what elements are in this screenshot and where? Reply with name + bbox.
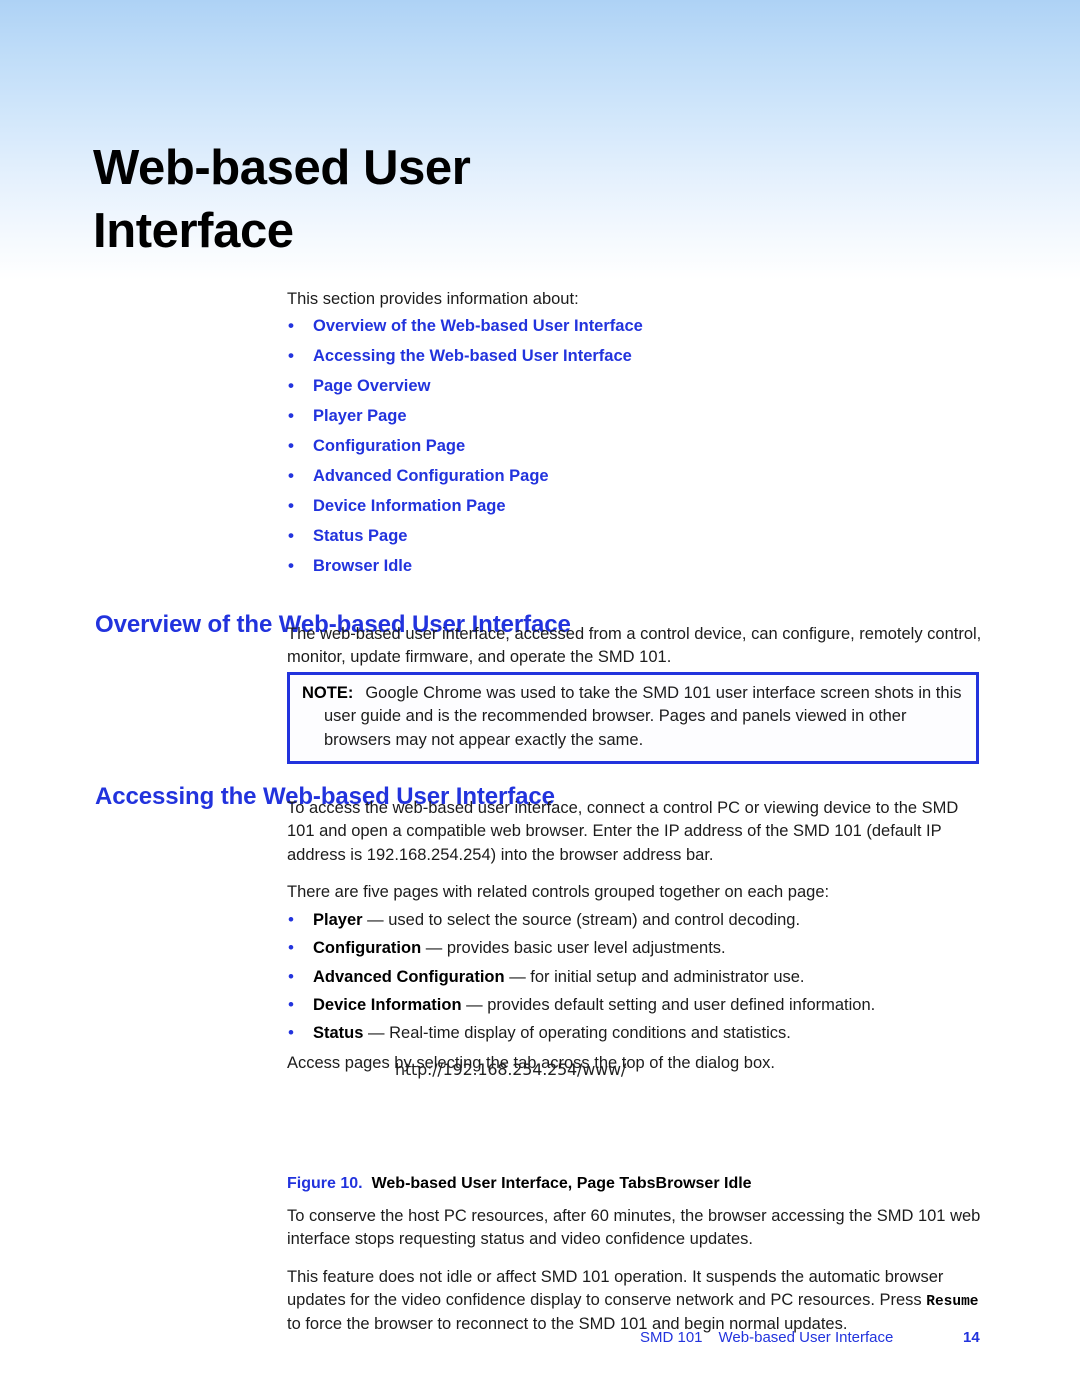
toc-item-player-page[interactable]: Player Page [287,404,987,429]
accessing-body-text: To access the web-based user interface, … [287,799,959,864]
intro-lead-text: This section provides information about: [287,290,579,308]
toc-item-status-page[interactable]: Status Page [287,524,987,549]
toc-item-overview[interactable]: Overview of the Web-based User Interface [287,314,987,339]
page-item-dash: — [367,910,384,929]
note-body-text: Google Chrome was used to take the SMD 1… [324,684,962,749]
page-item-advanced-configuration: Advanced Configuration — for initial set… [287,965,987,990]
note-text-block: NOTE: Google Chrome was used to take the … [302,682,966,752]
page-item-status: Status — Real-time display of operating … [287,1021,987,1046]
page-item-dash: — [368,1024,385,1043]
figure-number: Figure 10. [287,1175,363,1192]
resume-button-reference: Resume [926,1294,979,1311]
pages-lead-text: There are five pages with related contro… [287,883,830,902]
page-item-term: Player [313,910,363,929]
browser-idle-para-2-before: This feature does not idle or affect SMD… [287,1267,944,1310]
toc-item-device-information-page[interactable]: Device Information Page [287,494,987,519]
page-item-dash: — [509,967,526,986]
note-label: NOTE: [302,684,354,702]
page-item-configuration: Configuration — provides basic user leve… [287,936,987,961]
toc-item-browser-idle[interactable]: Browser Idle [287,554,987,579]
page-item-desc: provides basic user level adjustments. [446,939,726,958]
page-item-dash: — [466,995,483,1014]
toc-item-accessing[interactable]: Accessing the Web-based User Interface [287,344,987,369]
overview-body-wrapper: The web-based user interface, accessed f… [287,623,987,678]
figure-caption: Figure 10. Web-based User Interface, Page… [287,1175,752,1193]
figure-caption-text: Web-based User Interface, Page TabsBrows… [371,1175,752,1192]
overview-body-text: The web-based user interface, accessed f… [287,625,982,667]
intro-section: This section provides information about:… [287,288,987,585]
page-item-term: Configuration [313,939,422,958]
figure-url-text: http://192.168.254.254/www/ [395,1060,627,1079]
page-item-player: Player — used to select the source (stre… [287,908,987,933]
toc-item-advanced-configuration-page[interactable]: Advanced Configuration Page [287,464,987,489]
page-footer: SMD 101 Web-based User Interface 14 [0,1329,1080,1353]
page-item-term: Device Information [313,995,462,1014]
page-item-dash: — [425,939,443,958]
browser-idle-para-2: This feature does not idle or affect SMD… [287,1266,987,1336]
toc-item-configuration-page[interactable]: Configuration Page [287,434,987,459]
browser-idle-para-1: To conserve the host PC resources, after… [287,1207,981,1249]
page-item-desc: Real-time display of operating condition… [389,1024,791,1043]
page-definition-list: Player — used to select the source (stre… [287,908,987,1046]
page-item-device-information: Device Information — provides default se… [287,993,987,1018]
page-item-desc: used to select the source (stream) and c… [388,910,801,929]
footer-page-number: 14 [963,1329,980,1346]
document-page: Web-based User Interface This section pr… [0,0,1080,1397]
figure-image-area: http://192.168.254.254/www/ [287,1060,987,1079]
footer-center-block: SMD 101 Web-based User Interface [640,1329,893,1346]
footer-product-name: SMD 101 [640,1329,703,1346]
page-item-term: Status [313,1024,364,1043]
toc-link-list: Overview of the Web-based User Interface… [287,314,987,579]
page-item-desc: provides default setting and user define… [487,995,876,1014]
page-item-desc: for initial setup and administrator use. [530,967,805,986]
page-title: Web-based User Interface [93,140,471,258]
toc-item-page-overview[interactable]: Page Overview [287,374,987,399]
page-item-term: Advanced Configuration [313,967,505,986]
footer-document-name: Web-based User Interface [718,1329,894,1346]
note-callout-box: NOTE: Google Chrome was used to take the … [287,672,979,765]
accessing-body-wrapper: To access the web-based user interface, … [287,797,987,1083]
